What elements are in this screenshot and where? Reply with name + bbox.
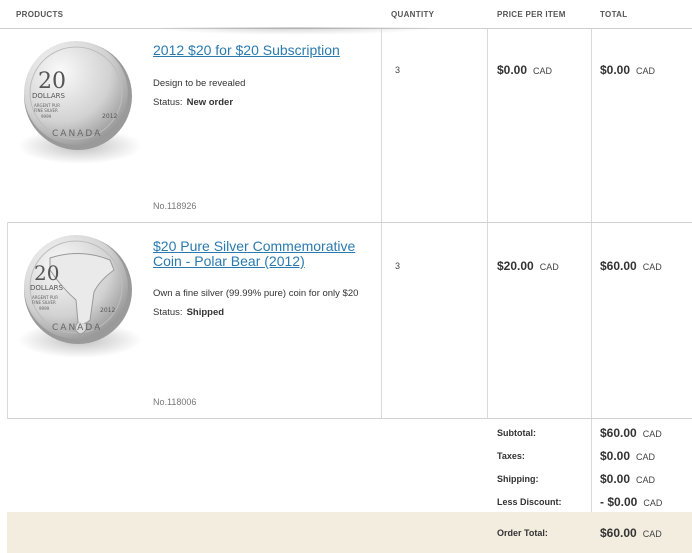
product-sku: No.118006 [153,397,197,407]
order-total-value: $60.00 [600,526,637,540]
shipping-amount: $0.00 CAD [600,472,655,486]
coin-unit: DOLLARS [30,284,64,292]
column-divider [487,29,488,419]
order-total-label: Order Total: [497,528,548,538]
coin-denomination: 20 [34,261,59,285]
item-price: $20.00 CAD [497,259,559,273]
product-sku: No.118926 [153,201,197,211]
total-currency: CAD [642,262,662,272]
price-currency: CAD [533,66,553,76]
subtotal-value: $60.00 [600,426,637,440]
row-divider [7,222,692,223]
discount-value: - $0.00 [600,495,638,509]
coin-purity: 9999 [39,306,50,311]
row-divider [7,418,692,419]
shipping-currency: CAD [636,475,656,485]
shipping-value: $0.00 [600,472,631,486]
taxes-label: Taxes: [497,451,525,461]
subtotal-currency: CAD [642,429,662,439]
item-quantity: 3 [395,65,401,75]
discount-label: Less Discount: [497,497,562,507]
discount-currency: CAD [643,498,663,508]
coin-denomination: 20 [38,69,66,94]
order-status: Status: New order [153,97,233,108]
coin-unit: DOLLARS [32,92,66,100]
coin-purity: 9999 [41,114,52,119]
order-total-amount: $60.00 CAD [600,526,662,540]
subtotal-label: Subtotal: [497,428,536,438]
price-value: $20.00 [497,259,534,273]
coin-metal-line2: FINE SILVER [34,108,58,113]
column-divider [381,29,382,419]
col-price-header: PRICE PER ITEM [497,10,566,19]
col-quantity-header: QUANTITY [391,10,435,19]
status-value: New order [186,97,234,108]
order-total-currency: CAD [642,529,662,539]
shipping-label: Shipping: [497,474,539,484]
price-value: $0.00 [497,63,528,77]
column-divider [591,29,592,553]
product-title-link[interactable]: 2012 $20 for $20 Subscription [153,43,378,58]
subtotal-amount: $60.00 CAD [600,426,662,440]
coin-image[interactable]: 20 DOLLARS ARGENT PUR FINE SILVER 9999 2… [10,230,146,366]
col-products-header: PRODUCTS [16,10,64,19]
item-total: $60.00 CAD [600,259,662,273]
item-price: $0.00 CAD [497,63,552,77]
row-edge [7,222,8,419]
coin-year: 2012 [100,307,115,314]
coin-metal-line2: FINE SILVER [32,300,56,305]
header-shadow [150,27,440,35]
item-total: $0.00 CAD [600,63,655,77]
product-title-link[interactable]: $20 Pure Silver Commemorative Coin - Pol… [153,239,378,269]
coin-country: CANADA [52,129,102,139]
coin-image[interactable]: 20 DOLLARS ARGENT PUR FINE SILVER 9999 2… [10,36,146,172]
status-value: Shipped [186,307,225,318]
order-total-bar [7,512,692,553]
discount-amount: - $0.00 CAD [600,495,662,509]
coin-country: CANADA [52,323,102,333]
status-label: Status: [153,97,183,108]
status-label: Status: [153,307,183,318]
table-header: PRODUCTS QUANTITY PRICE PER ITEM TOTAL [0,0,692,29]
total-value: $60.00 [600,259,637,273]
item-quantity: 3 [395,261,401,271]
order-status: Status: Shipped [153,307,224,318]
price-currency: CAD [539,262,559,272]
product-description: Design to be revealed [153,78,246,89]
coin-year: 2012 [102,113,117,120]
taxes-value: $0.00 [600,449,631,463]
total-currency: CAD [636,66,656,76]
total-value: $0.00 [600,63,631,77]
col-total-header: TOTAL [600,10,628,19]
product-description: Own a fine silver (99.99% pure) coin for… [153,288,359,299]
taxes-currency: CAD [636,452,656,462]
taxes-amount: $0.00 CAD [600,449,655,463]
